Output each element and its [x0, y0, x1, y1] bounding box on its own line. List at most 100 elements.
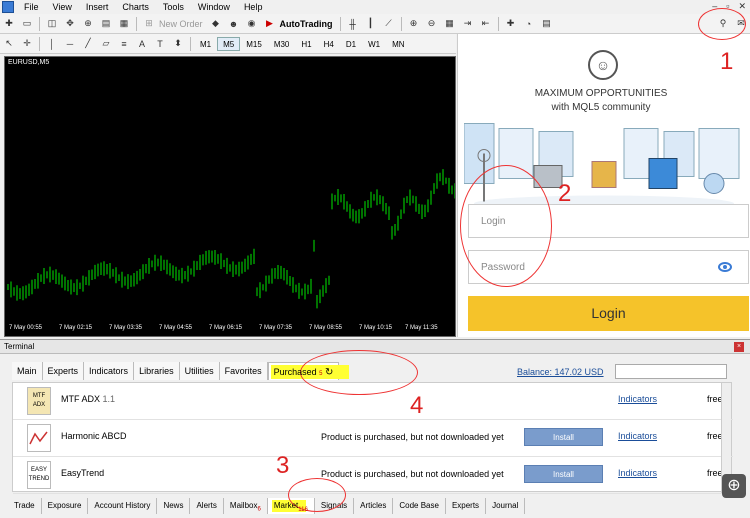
line-studies-toolbar: ↖ ✛ │ ─ ╱ ▱ ≡ A T ⬍ M1 M5 M15 M30 H1 H4 … [0, 34, 456, 54]
market-watch-icon[interactable]: ◫ [45, 17, 59, 31]
annotation-number: 2 [558, 180, 572, 207]
login-button[interactable]: Login [468, 296, 749, 331]
close-icon[interactable]: × [734, 342, 744, 352]
close-icon[interactable]: ✕ [738, 1, 746, 12]
text-icon[interactable]: A [135, 37, 149, 51]
chart-shift-icon[interactable]: ⇤ [479, 17, 493, 31]
new-chart-icon[interactable]: ✚ [2, 17, 16, 31]
show-password-icon[interactable] [718, 262, 732, 272]
time-axis-label: 7 May 03:35 [109, 325, 143, 331]
menu-tools[interactable]: Tools [157, 2, 192, 12]
product-version: 1.1 [102, 394, 116, 404]
tab-indicators[interactable]: Indicators [84, 362, 135, 380]
terminal-icon[interactable]: ▤ [99, 17, 113, 31]
crosshair-icon[interactable]: ✛ [20, 37, 34, 51]
market-search-input[interactable] [615, 364, 727, 379]
annotation-circle [300, 350, 418, 395]
bar-chart-icon[interactable]: ╫ [346, 17, 360, 31]
tab-mailbox[interactable]: Mailbox6 [224, 498, 268, 514]
tab-libraries[interactable]: Libraries [134, 362, 180, 380]
product-category-link[interactable]: Indicators [618, 431, 657, 441]
text-label-icon[interactable]: T [153, 37, 167, 51]
tab-experts-log[interactable]: Experts [446, 498, 487, 514]
tab-label: Journal [492, 501, 519, 510]
price-chart[interactable]: EURUSD,M5 7 May 00:55 7 May 02:15 7 May … [4, 56, 456, 337]
install-button[interactable]: Install [524, 428, 603, 446]
menu-file[interactable]: File [18, 2, 47, 12]
trendline-icon[interactable]: ╱ [81, 37, 95, 51]
harmonic-abcd-icon [27, 424, 51, 452]
tab-experts[interactable]: Experts [42, 362, 85, 380]
menu-insert[interactable]: Insert [80, 2, 117, 12]
new-order-button[interactable]: New Order [159, 19, 203, 29]
horizontal-line-icon[interactable]: ─ [63, 37, 77, 51]
periods-icon[interactable]: ◔ [522, 17, 536, 31]
tab-favorites[interactable]: Favorites [219, 362, 268, 380]
timeframe-mn[interactable]: MN [386, 37, 410, 51]
tab-main[interactable]: Main [12, 362, 43, 380]
tab-code-base[interactable]: Code Base [393, 498, 446, 514]
zoom-icon[interactable]: ⊕ [722, 474, 746, 498]
time-axis-label: 7 May 08:55 [309, 325, 343, 331]
tester-icon[interactable]: ▦ [117, 17, 131, 31]
zoom-out-icon[interactable]: ⊖ [425, 17, 439, 31]
tile-windows-icon[interactable]: ▦ [443, 17, 457, 31]
toolbar-separator [400, 16, 402, 31]
product-category-link[interactable]: Indicators [618, 394, 657, 404]
time-axis-label: 7 May 00:55 [9, 325, 43, 331]
menu-charts[interactable]: Charts [116, 2, 157, 12]
navigator-icon[interactable]: ✥ [63, 17, 77, 31]
profiles-icon[interactable]: ▭ [20, 17, 34, 31]
timeframe-h4[interactable]: H4 [318, 37, 340, 51]
indicators-icon[interactable]: ✚ [504, 17, 518, 31]
product-row[interactable]: EASY TREND EasyTrend Product is purchase… [13, 457, 733, 494]
user-icon[interactable]: ☻ [227, 17, 241, 31]
install-button[interactable]: Install [524, 465, 603, 483]
metaeditor-icon[interactable]: ◆ [209, 17, 223, 31]
balance-link[interactable]: Balance: 147.02 USD [517, 367, 604, 377]
tab-account-history[interactable]: Account History [88, 498, 158, 514]
candlestick-icon[interactable]: ┃ [364, 17, 378, 31]
line-chart-icon[interactable]: ⟋ [382, 17, 396, 31]
cursor-icon[interactable]: ↖ [2, 37, 16, 51]
timeframe-m15[interactable]: M15 [240, 37, 268, 51]
timeframe-h1[interactable]: H1 [295, 37, 317, 51]
tab-news[interactable]: News [157, 498, 191, 514]
tab-label: Exposure [47, 501, 82, 510]
signals-icon[interactable]: ◉ [245, 17, 259, 31]
product-category-link[interactable]: Indicators [618, 468, 657, 478]
tab-utilities[interactable]: Utilities [179, 362, 220, 380]
panel-title: MAXIMUM OPPORTUNITIES with MQL5 communit… [458, 87, 744, 115]
tab-label: Trade [14, 501, 35, 510]
menu-window[interactable]: Window [192, 2, 238, 12]
zoom-in-icon[interactable]: ⊕ [407, 17, 421, 31]
annotation-circle [698, 8, 746, 40]
templates-icon[interactable]: ▤ [540, 17, 554, 31]
tab-exposure[interactable]: Exposure [42, 498, 89, 514]
timeframe-m5[interactable]: M5 [217, 36, 241, 51]
vertical-line-icon[interactable]: │ [45, 37, 59, 51]
fibonacci-icon[interactable]: ≡ [117, 37, 131, 51]
menu-help[interactable]: Help [238, 2, 271, 12]
timeframe-w1[interactable]: W1 [362, 37, 386, 51]
tab-articles[interactable]: Articles [354, 498, 394, 514]
data-window-icon[interactable]: ⊕ [81, 17, 95, 31]
menu-view[interactable]: View [47, 2, 80, 12]
tab-alerts[interactable]: Alerts [190, 498, 224, 514]
product-row[interactable]: Harmonic ABCD Product is purchased, but … [13, 420, 733, 457]
timeframe-m1[interactable]: M1 [194, 37, 217, 51]
channel-icon[interactable]: ▱ [99, 37, 113, 51]
autoscroll-icon[interactable]: ⇥ [461, 17, 475, 31]
tab-trade[interactable]: Trade [8, 498, 42, 514]
tab-journal[interactable]: Journal [486, 498, 526, 514]
time-axis-label: 7 May 02:15 [59, 325, 93, 331]
toolbar-separator [39, 16, 40, 31]
tab-label: Code Base [399, 501, 439, 510]
arrows-icon[interactable]: ⬍ [171, 37, 185, 51]
autotrading-icon[interactable]: ▶ [263, 17, 277, 31]
refresh-icon[interactable]: ↻ [325, 367, 333, 378]
autotrading-button[interactable]: AutoTrading [280, 19, 333, 29]
timeframe-m30[interactable]: M30 [268, 37, 296, 51]
new-order-icon[interactable]: ⊞ [142, 17, 156, 31]
timeframe-d1[interactable]: D1 [340, 37, 362, 51]
